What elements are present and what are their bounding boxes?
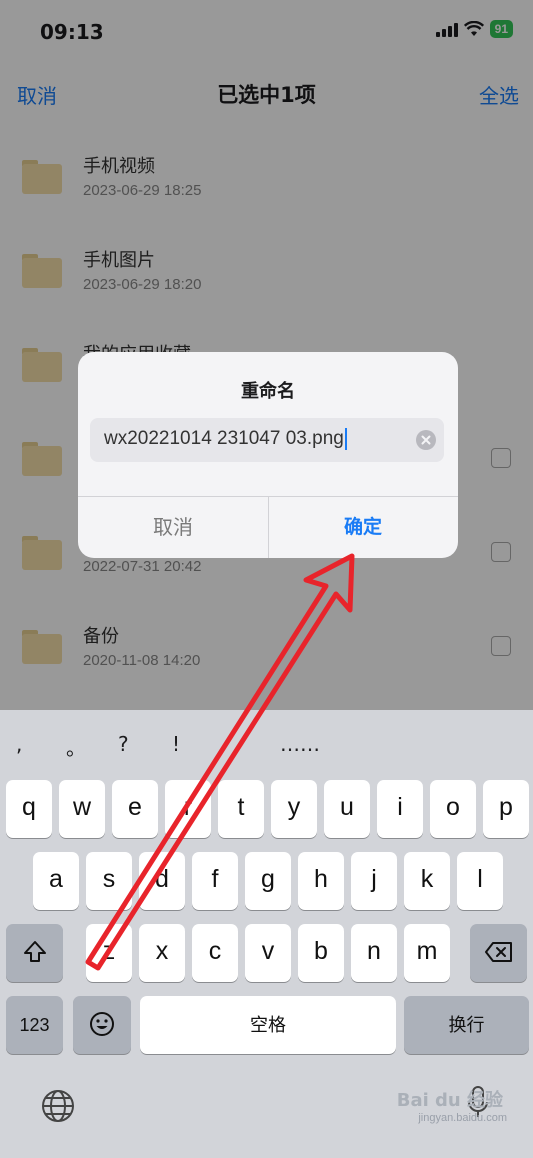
annotation-arrow xyxy=(85,553,355,971)
